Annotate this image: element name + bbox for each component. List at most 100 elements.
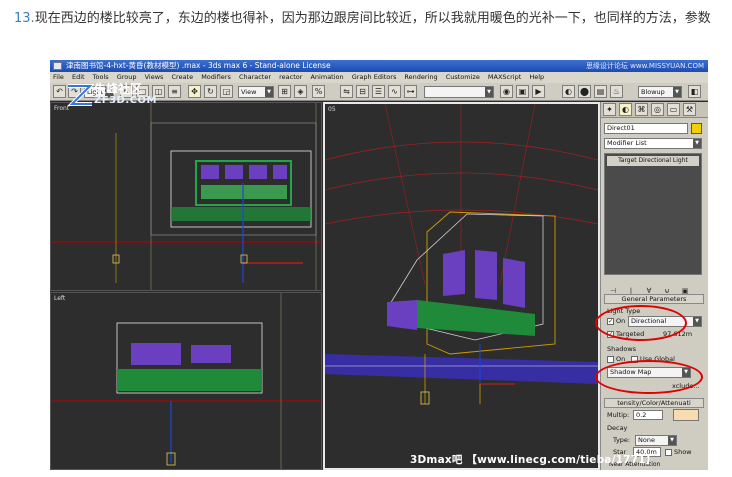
grid-line — [384, 104, 426, 285]
chevron-down-icon: ▼ — [693, 139, 701, 148]
menu-file[interactable]: File — [53, 73, 64, 81]
shadows-highlight — [595, 305, 687, 341]
object-color-swatch[interactable] — [691, 123, 702, 134]
viewport-perspective[interactable]: 05 — [323, 102, 600, 470]
stack-tools: ⊣ ❘ ∀ ⊌ ▣ — [604, 278, 702, 295]
command-panel: ✦ ◐ ⌘ ◎ ▭ ⚒ Direct01 Modifier List ▼ Tar… — [600, 102, 708, 470]
menu-help[interactable]: Help — [529, 73, 544, 81]
motion-tab-icon[interactable]: ◎ — [651, 103, 664, 116]
create-tab-icon[interactable]: ✦ — [603, 103, 616, 116]
grid-arc — [325, 172, 598, 191]
multiplier-spinner[interactable]: 0.2 — [633, 410, 663, 420]
window-block — [475, 250, 497, 300]
title-bar: 津南图书馆-4-hxt-黄昏(教材模型) .max - 3ds max 6 - … — [50, 60, 708, 72]
grid-arc — [325, 141, 598, 161]
modify-tab-icon[interactable]: ◐ — [619, 103, 632, 116]
chevron-down-icon: ▼ — [693, 317, 701, 326]
viewport-left[interactable]: Left — [50, 292, 322, 470]
general-parameters-rollout[interactable]: General Parameters — [604, 294, 704, 304]
display-tab-icon[interactable]: ▭ — [667, 103, 680, 116]
multiplier-label: Multip: — [607, 411, 630, 419]
modifier-stack[interactable]: Target Directional Light — [604, 153, 702, 275]
menu-reactor[interactable]: reactor — [279, 73, 302, 81]
modifier-list-label: Modifier List — [607, 139, 647, 147]
window-block — [131, 343, 181, 365]
menu-animation[interactable]: Animation — [310, 73, 343, 81]
decay-show-checkbox[interactable] — [665, 449, 672, 456]
shadows-label: Shadows — [607, 345, 637, 353]
stack-item-target-directional-light[interactable]: Target Directional Light — [607, 156, 699, 166]
reference-coordinate-dropdown[interactable]: View ▼ — [238, 86, 274, 98]
render-type-value: Blowup — [641, 88, 665, 96]
multiplier-highlight — [595, 360, 703, 394]
app-icon — [53, 62, 62, 70]
viewport-front[interactable]: Front — [50, 102, 322, 291]
window-block — [273, 165, 287, 179]
move-icon[interactable]: ✥ — [188, 85, 201, 98]
caption: 13.现在西边的楼比较亮了，东边的楼也得补，因为那边跟房间比较近，所以我就用暖色… — [14, 8, 720, 29]
viewport-label-persp[interactable]: 05 — [328, 106, 336, 113]
menu-character[interactable]: Character — [239, 73, 271, 81]
caption-text: 现在西边的楼比较亮了，东边的楼也得补，因为那边跟房间比较近，所以我就用暖色的光补… — [34, 11, 711, 26]
site-logo: 朱峰社区 ZF3D.COM — [64, 80, 184, 114]
building-base — [171, 207, 311, 221]
align-icon[interactable]: ⊟ — [356, 85, 369, 98]
mirror-icon[interactable]: ⇋ — [340, 85, 353, 98]
layer-icon[interactable]: ☰ — [372, 85, 385, 98]
watermark-bottom: 3Dmax吧 【www.linecg.com/tieba/1771】 — [410, 454, 657, 466]
front-view-drawing — [51, 103, 321, 290]
shadows-on-checkbox[interactable] — [607, 356, 614, 363]
pivot-icon[interactable]: ⊞ — [278, 85, 291, 98]
named-selection-dropdown[interactable]: ▼ — [424, 86, 494, 98]
menu-graph-editors[interactable]: Graph Editors — [352, 73, 397, 81]
material-editor-icon[interactable]: ◉ — [500, 85, 513, 98]
logo-text-en: ZF3D.COM — [94, 95, 157, 106]
window-block — [225, 165, 243, 179]
modifier-list-dropdown[interactable]: Modifier List ▼ — [604, 138, 702, 149]
menu-modifiers[interactable]: Modifiers — [201, 73, 231, 81]
render-type-dropdown[interactable]: Blowup ▼ — [638, 86, 682, 98]
environment-icon[interactable]: ◐ — [562, 85, 575, 98]
teapot-icon[interactable]: ♨ — [610, 85, 623, 98]
render-region-icon[interactable]: ◧ — [688, 85, 701, 98]
object-name-field[interactable]: Direct01 — [604, 123, 688, 134]
scale-icon[interactable]: ◲ — [220, 85, 233, 98]
chevron-down-icon: ▼ — [673, 87, 681, 97]
decay-type-dropdown[interactable]: None ▼ — [635, 435, 677, 446]
render-frame-icon[interactable]: ▤ — [594, 85, 607, 98]
light-color-swatch[interactable] — [673, 409, 699, 421]
window-block — [201, 185, 287, 199]
building-base — [117, 369, 262, 391]
viewport-label-left[interactable]: Left — [54, 295, 65, 302]
curve-editor-icon[interactable]: ∿ — [388, 85, 401, 98]
logo-mark-icon — [67, 84, 94, 106]
render-last-icon[interactable]: ⬤ — [578, 85, 591, 98]
reference-coordinate-value: View — [241, 88, 257, 96]
schematic-icon[interactable]: ⊶ — [404, 85, 417, 98]
hierarchy-tab-icon[interactable]: ⌘ — [635, 103, 648, 116]
caption-number: 13. — [14, 11, 35, 26]
utilities-tab-icon[interactable]: ⚒ — [683, 103, 696, 116]
left-view-drawing — [51, 293, 321, 469]
quick-render-icon[interactable]: ▶ — [532, 85, 545, 98]
spinner-snap-icon[interactable]: ◈ — [294, 85, 307, 98]
window-block — [387, 300, 417, 330]
window-block — [249, 165, 267, 179]
app-window: 津南图书馆-4-hxt-黄昏(教材模型) .max - 3ds max 6 - … — [50, 60, 708, 470]
menu-customize[interactable]: Customize — [446, 73, 480, 81]
window-title: 津南图书馆-4-hxt-黄昏(教材模型) .max - 3ds max 6 - … — [66, 61, 331, 70]
intensity-color-attenuation-rollout[interactable]: tensity/Color/Attenuati — [604, 398, 704, 408]
render-scene-icon[interactable]: ▣ — [516, 85, 529, 98]
menu-rendering[interactable]: Rendering — [404, 73, 437, 81]
chevron-down-icon: ▼ — [485, 87, 493, 97]
light-icon — [240, 254, 248, 264]
window-block — [503, 258, 525, 308]
panel-tabs: ✦ ◐ ⌘ ◎ ▭ ⚒ — [601, 102, 708, 118]
window-block — [443, 250, 465, 296]
menu-maxscript[interactable]: MAXScript — [488, 73, 521, 81]
chevron-down-icon: ▼ — [668, 436, 676, 445]
grid-line — [499, 104, 536, 285]
percent-snap-icon[interactable]: % — [312, 85, 325, 98]
rotate-icon[interactable]: ↻ — [204, 85, 217, 98]
window-block — [201, 165, 219, 179]
